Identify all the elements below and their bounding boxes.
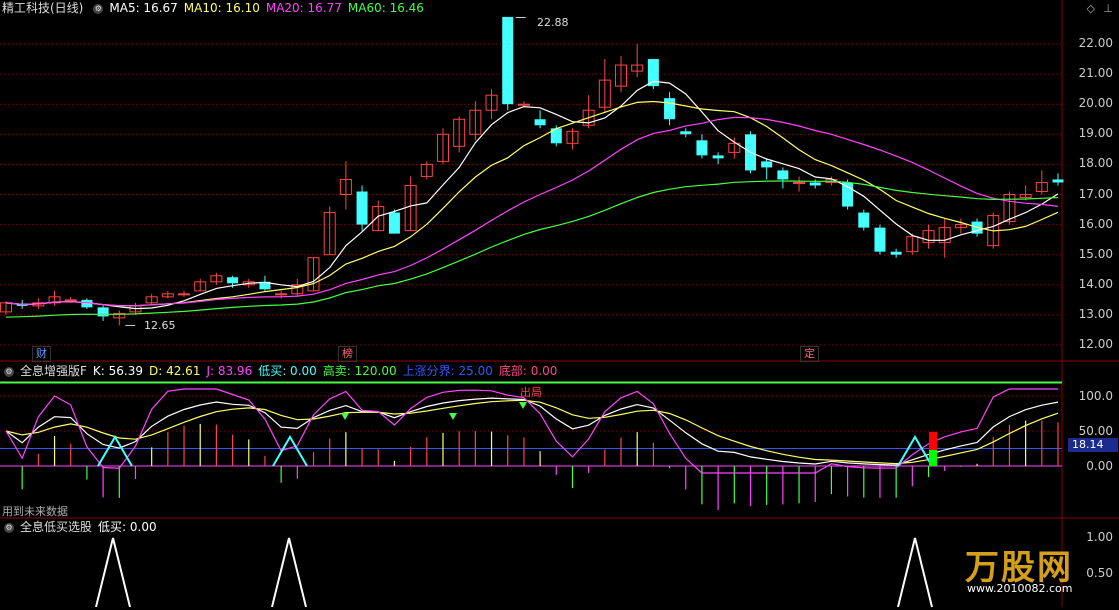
price-tick: 21.00 [1078, 66, 1113, 81]
kdj-tick-50: 50.00 [1078, 424, 1113, 438]
buy-signal-triangle [271, 537, 307, 608]
event-badge-list[interactable]: 榜 [338, 346, 357, 362]
candle-body [178, 293, 191, 296]
candle-body [1052, 179, 1064, 183]
price-tick: 18.00 [1078, 156, 1113, 171]
buy-arrow-icon [519, 402, 527, 409]
kdj-tick-0: 0.00 [1086, 459, 1113, 473]
candle-body [664, 98, 676, 120]
d-line [5, 399, 1059, 465]
kdj-highsell: 高卖: 120.00 [322, 364, 397, 378]
kdj-title[interactable]: 全息增强版F [20, 364, 87, 378]
candle-body [502, 16, 514, 105]
buy-arrow-icon [341, 413, 349, 420]
price-tick: 20.00 [1078, 96, 1113, 111]
candle-body [858, 212, 870, 228]
high-price-label: 22.88 [537, 16, 569, 29]
buy-header: ⚙ 全息低买选股 低买: 0.00 [0, 519, 163, 535]
buy-title[interactable]: 全息低买选股 [20, 520, 92, 534]
candle-body [777, 170, 789, 180]
future-data-note: 用到未来数据 [2, 505, 68, 518]
candle-body [356, 191, 368, 225]
settings-circle-icon[interactable]: ⚙ [93, 3, 104, 14]
kdj-j: J: 83.96 [206, 364, 253, 378]
price-tick: 14.00 [1078, 276, 1113, 291]
candle-body [517, 103, 530, 106]
pin-icon[interactable]: ⊥ [1103, 2, 1113, 15]
kdj-tick-100: 100.0 [1078, 389, 1113, 403]
stock-title[interactable]: 精工科技(日线) [2, 1, 83, 15]
kdj-header: ⚙ 全息增强版F K: 56.39 D: 42.61 J: 83.96 低买: 0.00 高… [0, 363, 563, 379]
main-header: 精工科技(日线) ⚙ MA5: 16.67 MA10: 16.10 MA20: 16.7… [0, 0, 430, 16]
candle-body [793, 181, 806, 184]
chart-stage[interactable]: 精工科技(日线) ⚙ MA5: 16.67 MA10: 16.10 MA20: 16.7… [0, 0, 1119, 608]
ma10-line [5, 100, 1059, 307]
kdj-d: D: 42.61 [149, 364, 201, 378]
diamond-icon[interactable]: ◇ [1087, 2, 1095, 15]
candle-body [890, 251, 902, 255]
kdj-uptrend: 上涨分界: 25.00 [402, 364, 493, 378]
candle-body [388, 212, 400, 234]
k-line [5, 397, 1059, 466]
candle-body [680, 131, 692, 135]
ma5-label: MA5: 16.67 [109, 1, 178, 15]
ma60-label: MA60: 16.46 [347, 1, 424, 15]
price-tick: 12.00 [1078, 337, 1113, 351]
signal-bar-red [929, 432, 937, 450]
lowbuy-triangle [97, 435, 133, 467]
price-tick: 22.00 [1078, 36, 1113, 50]
price-tick: 17.00 [1078, 186, 1113, 201]
candle-body [874, 227, 886, 252]
price-tick: 19.00 [1078, 126, 1113, 141]
buy-param: 低买: 0.00 [98, 520, 157, 534]
candle-body [712, 155, 724, 159]
candle-body [761, 161, 773, 168]
ma10-label: MA10: 16.10 [183, 1, 260, 15]
candle-body [227, 277, 239, 284]
kdj-current-value: 18.14 [1068, 438, 1118, 452]
price-tick: 16.00 [1078, 216, 1113, 231]
ma20-line [5, 116, 1059, 307]
candle-body [97, 307, 109, 317]
candle-body [534, 119, 546, 126]
candle-body [809, 182, 821, 186]
kline-canvas[interactable] [0, 0, 1119, 608]
kdj-bottom: 底部: 0.00 [498, 364, 558, 378]
event-badge-fixed[interactable]: 定 [800, 346, 819, 362]
buy-signal-triangle [95, 537, 131, 608]
price-tick: 13.00 [1078, 306, 1113, 321]
buy-arrow-icon [449, 413, 457, 420]
signal-bar-green [929, 450, 937, 466]
low-price-label: 12.65 [144, 319, 176, 332]
candle-body [275, 293, 288, 296]
kdj-k: K: 56.39 [92, 364, 143, 378]
settings-circle-icon[interactable]: ⚙ [4, 366, 14, 377]
ma20-label: MA20: 16.77 [265, 1, 342, 15]
lowbuy-triangle [272, 435, 308, 467]
price-tick: 15.00 [1078, 246, 1113, 261]
event-badge-finance[interactable]: 财 [32, 346, 51, 362]
candle-body [64, 299, 77, 302]
exit-signal-label: 出局 [520, 386, 542, 399]
candle-body [696, 140, 708, 156]
kdj-lowbuy: 低买: 0.00 [258, 364, 317, 378]
settings-circle-icon[interactable]: ⚙ [4, 522, 14, 533]
watermark-logo: 万股网 www.2010082.com [965, 548, 1073, 595]
